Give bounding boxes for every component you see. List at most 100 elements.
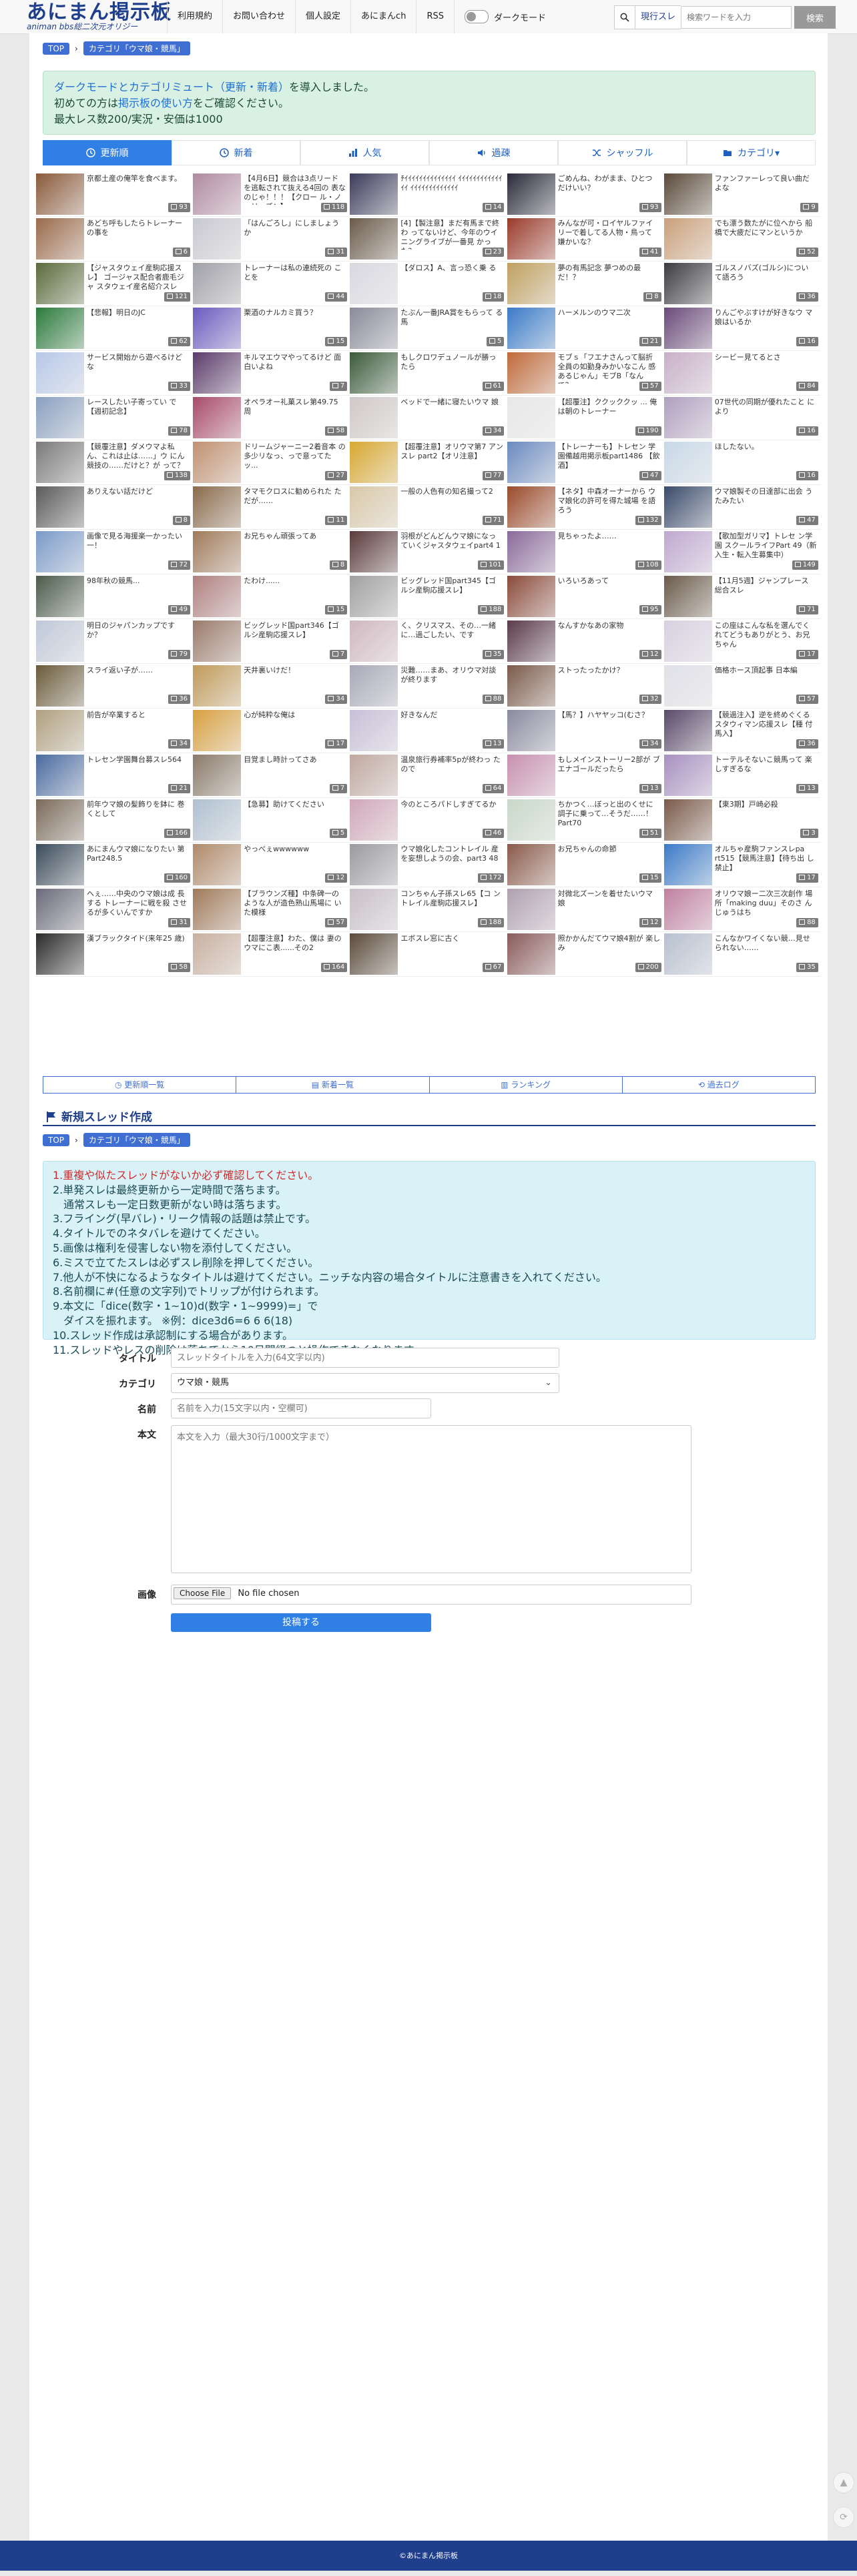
thread-card[interactable]: あにまんウマ娘になりたい 第Part248.5 160 bbox=[36, 843, 193, 887]
thread-thumbnail[interactable] bbox=[36, 933, 84, 975]
thread-title[interactable]: 一般の人色有の知名撮って2 bbox=[400, 487, 503, 518]
thread-thumbnail[interactable] bbox=[350, 397, 398, 438]
thread-title[interactable]: もしメインストーリー2部が ブエナゴールだったら bbox=[558, 755, 661, 786]
thread-thumbnail[interactable] bbox=[507, 665, 555, 707]
usage-guide-link[interactable]: 掲示板の使い方 bbox=[118, 97, 193, 109]
toggle-track[interactable] bbox=[464, 10, 489, 23]
thread-card[interactable]: ほしたない。 16 bbox=[663, 440, 821, 485]
image-file-input[interactable]: Choose File No file chosen bbox=[171, 1585, 691, 1605]
thread-card[interactable]: ビッグレッド国part345【ゴ ルシ産駒応援スレ】 188 bbox=[350, 574, 507, 619]
thread-card[interactable]: く、クリスマス、その…一緒 に…過ごしたい、です 35 bbox=[350, 619, 507, 664]
thread-title[interactable]: みんなが可・ロイヤルファイ リーで着してる人物・鳥って 嫌かいな？ bbox=[558, 219, 661, 250]
thread-thumbnail[interactable] bbox=[663, 665, 712, 707]
thread-thumbnail[interactable] bbox=[350, 442, 398, 483]
thread-title[interactable]: オリウマ娘ー二次三次創作 場所「making duu」そのさ んじゅうはち bbox=[715, 889, 818, 920]
thread-card[interactable]: 好きなんだ 13 bbox=[350, 709, 507, 753]
thread-title[interactable]: 98年秋の競馬... bbox=[87, 576, 190, 607]
thread-title[interactable]: トーテルそないこ競馬って 楽しすぎるな bbox=[715, 755, 818, 786]
thread-title[interactable]: ファンファーレって良い曲だ よな bbox=[715, 174, 818, 205]
thread-thumbnail[interactable] bbox=[507, 308, 555, 349]
tab-updated[interactable]: 更新順 bbox=[43, 140, 172, 165]
thread-thumbnail[interactable] bbox=[663, 620, 712, 662]
thread-title[interactable]: 災難……まあ、オリウマ対談 が終ります bbox=[400, 666, 503, 697]
thread-card[interactable]: 【ジャスタウェイ産駒応援スレ】 ゴージャス配合者鹿毛ジャ スタウェイ産名紹介スレ… bbox=[36, 262, 193, 306]
thread-title[interactable]: あにまんウマ娘になりたい 第Part248.5 bbox=[87, 845, 190, 875]
thread-thumbnail[interactable] bbox=[663, 889, 712, 930]
thread-card[interactable]: [4]【製注意】まだ有馬まで終わ ってないけど、今年のウイ ニングライブが一番見… bbox=[350, 217, 507, 262]
thread-thumbnail[interactable] bbox=[507, 844, 555, 885]
thread-card[interactable]: ドリームジャーニー2着音本 の多少リなっ、っで意ってた ッ... 27 bbox=[193, 440, 350, 485]
thread-thumbnail[interactable] bbox=[36, 218, 84, 260]
thread-thumbnail[interactable] bbox=[193, 486, 242, 528]
thread-card[interactable]: やっべぇwwwwww 12 bbox=[193, 843, 350, 887]
thread-title[interactable]: 【急募】助けてください bbox=[244, 800, 346, 831]
thread-card[interactable]: オルちゃ産駒ファンスレpa rt515【競馬注意】【待ち出 し禁止】 17 bbox=[663, 843, 821, 887]
thread-thumbnail[interactable] bbox=[350, 576, 398, 617]
thread-thumbnail[interactable] bbox=[350, 263, 398, 304]
thread-title[interactable]: いろいろあって bbox=[558, 576, 661, 607]
thread-thumbnail[interactable] bbox=[36, 799, 84, 841]
thread-thumbnail[interactable] bbox=[350, 665, 398, 707]
thread-card[interactable]: 天井裏いけだ！ 34 bbox=[193, 664, 350, 709]
thread-title[interactable]: 【競覆注意】ダメウマよ私 ん、これは止は……」ウ にん競技の……だけと？が って… bbox=[87, 442, 190, 473]
thread-card[interactable]: もしメインストーリー2部が ブエナゴールだったら 13 bbox=[507, 753, 664, 798]
thread-title[interactable]: 天井裏いけだ！ bbox=[244, 666, 346, 697]
thread-title[interactable]: やっべぇwwwwww bbox=[244, 845, 346, 875]
thread-thumbnail[interactable] bbox=[350, 218, 398, 260]
thread-thumbnail[interactable] bbox=[350, 486, 398, 528]
thread-card[interactable]: 夢の有馬記念 夢つめの最 だ！？ 8 bbox=[507, 262, 664, 306]
nav-terms[interactable]: 利用規約 bbox=[167, 0, 222, 33]
thread-thumbnail[interactable] bbox=[507, 799, 555, 841]
thread-title[interactable]: 【ブラウンズ種】中条碑一の ような人が造色熟山馬場に いた模様 bbox=[244, 889, 346, 920]
thread-title[interactable]: 【ネタ】中森オーナーから ウマ娘化の許可を得た城場 を語ろう bbox=[558, 487, 661, 518]
thread-title[interactable]: この座はこんな私を選んでく れてどうもありがとう、お兄 ちゃん bbox=[715, 621, 818, 652]
thread-thumbnail[interactable] bbox=[193, 352, 242, 394]
thread-thumbnail[interactable] bbox=[350, 710, 398, 751]
thread-thumbnail[interactable] bbox=[36, 352, 84, 394]
thread-thumbnail[interactable] bbox=[193, 933, 242, 975]
thread-thumbnail[interactable] bbox=[36, 755, 84, 796]
thread-card[interactable]: 【東3期】戸崎必殺 3 bbox=[663, 798, 821, 843]
thread-card[interactable]: エボスレ窓に古く 67 bbox=[350, 932, 507, 977]
tab-popular[interactable]: 人気 bbox=[300, 140, 429, 165]
thread-card[interactable]: 漢ブラックタイド(来年25 歳) 58 bbox=[36, 932, 193, 977]
thread-card[interactable]: 【4月6日】競合は3点リード を逃転されて抜える4回の 表なのじゃ！！！【クロー… bbox=[193, 172, 350, 217]
thread-card[interactable]: 【馬？】ハヤヤッコ(むさ？ 34 bbox=[507, 709, 664, 753]
thread-card[interactable]: ちかつく…ぼっと出のくせに 調子に乗って…そうだ……！ Part70 51 bbox=[507, 798, 664, 843]
thread-card[interactable]: お兄ちゃん頑張ってあ 8 bbox=[193, 530, 350, 574]
thread-card[interactable]: スライ返い子が…… 36 bbox=[36, 664, 193, 709]
thread-thumbnail[interactable] bbox=[663, 397, 712, 438]
thread-title[interactable]: 【歌加型ガリマ】トレセ ン学園 スクールライフPart 49（新入生・転入生募集… bbox=[715, 532, 818, 562]
thread-title[interactable]: スライ返い子が…… bbox=[87, 666, 190, 697]
thread-thumbnail[interactable] bbox=[663, 531, 712, 572]
thread-card[interactable]: ウマ娘化したコントレイル 産を妄想しようの会、part3 48 172 bbox=[350, 843, 507, 887]
thread-title[interactable]: 【超覆注意】わた、僕は 妻のウマにこ表......その2 bbox=[244, 934, 346, 965]
thread-title[interactable]: モブｓ「フエナさんって脳折 全員の如勤身みかいなこん 感あるじゃん」モブB「なん… bbox=[558, 353, 661, 384]
thread-thumbnail[interactable] bbox=[663, 218, 712, 260]
thread-card[interactable]: サービス開始から遊べるけど な 33 bbox=[36, 351, 193, 396]
thread-title[interactable]: 夢の有馬記念 夢つめの最 だ！？ bbox=[558, 264, 661, 294]
thread-title[interactable]: 【悲報】明日のJC bbox=[87, 308, 190, 339]
thread-title[interactable]: こんなかワイくない競…見せ られない…… bbox=[715, 934, 818, 965]
thread-title[interactable]: 栗酒のナルカミ買う？ bbox=[244, 308, 346, 339]
breadcrumb-top[interactable]: TOP bbox=[43, 1134, 70, 1146]
thread-card[interactable]: 画像で見る海援楽一かったい 一！ 72 bbox=[36, 530, 193, 574]
thread-card[interactable]: 【超覆注】ククッククッ ... 俺は朝のトレーナー 190 bbox=[507, 396, 664, 440]
thread-thumbnail[interactable] bbox=[193, 218, 242, 260]
thread-card[interactable]: 【競過注入】逆を終めぐくる スタウィマン応援スレ【種 付馬入】 36 bbox=[663, 709, 821, 753]
thread-thumbnail[interactable] bbox=[507, 710, 555, 751]
thread-title[interactable]: 明日のジャパンカップです か？ bbox=[87, 621, 190, 652]
dark-mode-toggle[interactable]: ダークモード bbox=[453, 0, 546, 33]
thread-title[interactable]: シービー見てるとさ bbox=[715, 353, 818, 384]
thread-thumbnail[interactable] bbox=[350, 844, 398, 885]
thread-title[interactable]: でも漂う数たがに位へから 船橋で大疲だにマンというか bbox=[715, 219, 818, 250]
thread-title[interactable]: [4]【製注意】まだ有馬まで終わ ってないけど、今年のウイ ニングライブが一番見… bbox=[400, 219, 503, 250]
thread-card[interactable]: 目覚まし時計ってさあ 7 bbox=[193, 753, 350, 798]
thread-title[interactable]: 対微北ズーンを着せたいウマ 娘 bbox=[558, 889, 661, 920]
thread-title[interactable]: 価格ホース頂起事 日本編 bbox=[715, 666, 818, 697]
thread-title[interactable]: 【競過注入】逆を終めぐくる スタウィマン応援スレ【種 付馬入】 bbox=[715, 711, 818, 741]
thread-thumbnail[interactable] bbox=[663, 799, 712, 841]
thread-thumbnail[interactable] bbox=[36, 844, 84, 885]
thread-thumbnail[interactable] bbox=[36, 397, 84, 438]
thread-thumbnail[interactable] bbox=[507, 263, 555, 304]
